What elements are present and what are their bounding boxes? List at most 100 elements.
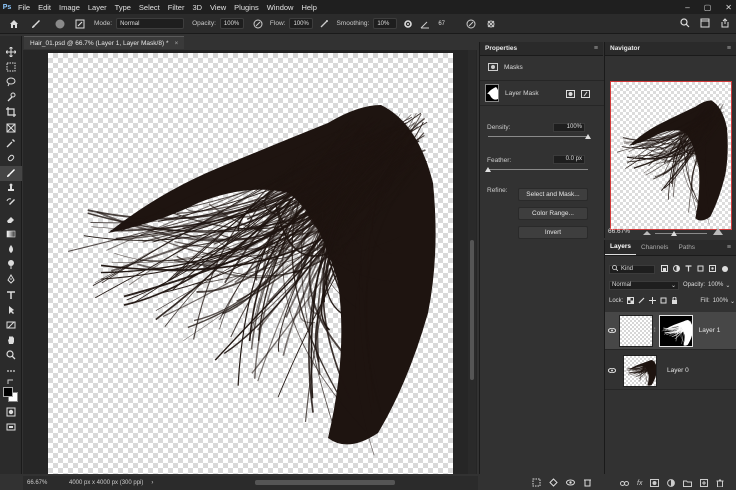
foreground-color-swatch[interactable] <box>3 387 13 398</box>
new-group-icon[interactable] <box>683 480 693 487</box>
flow-field[interactable]: 100% <box>289 18 314 29</box>
menu-layer[interactable]: Layer <box>84 3 111 12</box>
more-tools-icon[interactable] <box>0 363 22 378</box>
add-mask-icon[interactable] <box>650 479 660 487</box>
share-icon[interactable] <box>720 18 730 30</box>
vertical-scrollbar[interactable] <box>468 50 476 474</box>
density-slider[interactable] <box>488 136 588 137</box>
marquee-tool-icon[interactable] <box>0 59 22 74</box>
feather-slider-handle[interactable] <box>485 167 491 172</box>
lasso-tool-icon[interactable] <box>0 74 22 89</box>
quick-mask-icon[interactable] <box>0 404 22 419</box>
minimize-button[interactable]: – <box>685 3 689 12</box>
filter-pixel-icon[interactable] <box>661 264 668 274</box>
close-document-icon[interactable]: × <box>174 40 178 47</box>
lock-position-icon[interactable] <box>649 296 657 306</box>
navigator-zoom[interactable]: 66.67% <box>608 228 630 235</box>
airbrush-icon[interactable] <box>318 18 330 30</box>
adjustment-layer-icon[interactable] <box>667 479 676 487</box>
zoom-in-icon[interactable] <box>713 228 723 237</box>
filter-toggle-icon[interactable] <box>722 266 728 272</box>
filter-adjustment-icon[interactable] <box>673 264 680 274</box>
home-icon[interactable] <box>8 18 20 30</box>
visibility-eye-icon[interactable] <box>605 328 619 333</box>
feather-slider[interactable] <box>488 169 588 170</box>
density-field[interactable]: 100% <box>553 123 585 132</box>
path-selection-tool-icon[interactable] <box>0 302 22 317</box>
opacity-field[interactable]: 100% <box>219 18 244 29</box>
document-size-info[interactable]: 4000 px x 4000 px (300 ppi) <box>69 480 143 486</box>
document-tab[interactable]: Hair_01.psd @ 66.7% (Layer 1, Layer Mask… <box>24 36 185 49</box>
layers-menu-icon[interactable]: ≡ <box>722 244 736 255</box>
navigator-preview[interactable] <box>610 81 732 230</box>
status-arrow-icon[interactable]: › <box>151 480 153 486</box>
tab-paths[interactable]: Paths <box>673 244 700 255</box>
blend-mode-select[interactable]: Normal ⌄ <box>609 280 679 290</box>
density-slider-handle[interactable] <box>585 134 591 139</box>
delete-layer-icon[interactable] <box>716 479 724 487</box>
crop-tool-icon[interactable] <box>0 105 22 120</box>
filter-shape-icon[interactable] <box>697 265 704 274</box>
color-swatches[interactable] <box>0 386 22 404</box>
healing-brush-tool-icon[interactable] <box>0 150 22 165</box>
brush-tool-icon[interactable] <box>0 165 22 181</box>
chain-link-icon[interactable]: ⁞ <box>654 328 656 334</box>
brush-settings-icon[interactable] <box>74 18 86 30</box>
menu-edit[interactable]: Edit <box>34 3 55 12</box>
color-range-button[interactable]: Color Range... <box>518 207 588 220</box>
brush-angle-field[interactable]: 67 <box>435 18 451 29</box>
panel-menu-icon[interactable]: ≡ <box>594 45 598 52</box>
workspace-icon[interactable] <box>700 18 710 30</box>
menu-window[interactable]: Window <box>263 3 298 12</box>
menu-file[interactable]: File <box>14 3 34 12</box>
lock-artboard-icon[interactable] <box>660 297 667 306</box>
clone-stamp-tool-icon[interactable] <box>0 181 22 196</box>
zoom-level[interactable]: 66.67% <box>27 480 63 486</box>
select-and-mask-button[interactable]: Select and Mask... <box>518 188 588 201</box>
layer-row-layer-1[interactable]: ⁞ Layer 1 <box>605 312 736 350</box>
menu-filter[interactable]: Filter <box>164 3 189 12</box>
delete-mask-icon[interactable] <box>583 478 592 489</box>
fill-value[interactable]: 100% <box>713 298 728 304</box>
layer-1-mask-thumbnail[interactable] <box>658 314 693 347</box>
disable-mask-icon[interactable] <box>566 478 575 489</box>
filter-type-icon[interactable] <box>685 264 692 274</box>
eraser-tool-icon[interactable] <box>0 211 22 226</box>
maximize-button[interactable]: ▢ <box>704 3 712 12</box>
gradient-tool-icon[interactable] <box>0 226 22 241</box>
layer-style-icon[interactable]: fx <box>637 480 642 487</box>
layer-1-thumbnail[interactable] <box>619 314 653 347</box>
vertical-scroll-thumb[interactable] <box>470 240 474 380</box>
swap-colors-icon[interactable] <box>0 378 22 386</box>
close-button[interactable]: ✕ <box>725 3 732 12</box>
add-vector-mask-icon[interactable] <box>581 90 590 100</box>
brush-size-icon[interactable] <box>54 18 66 30</box>
invert-button[interactable]: Invert <box>518 226 588 239</box>
move-tool-icon[interactable] <box>0 44 22 59</box>
filter-kind-select[interactable]: Kind <box>609 264 655 274</box>
lock-transparent-icon[interactable] <box>627 296 635 306</box>
link-layers-icon[interactable] <box>620 480 629 487</box>
menu-help[interactable]: Help <box>297 3 320 12</box>
document-canvas[interactable] <box>48 53 453 474</box>
blur-tool-icon[interactable] <box>0 241 22 256</box>
pen-tool-icon[interactable] <box>0 272 22 287</box>
menu-plugins[interactable]: Plugins <box>230 3 263 12</box>
feather-field[interactable]: 0.0 px <box>553 155 585 164</box>
fill-dropdown-icon[interactable]: ⌄ <box>730 298 735 305</box>
menu-image[interactable]: Image <box>55 3 84 12</box>
hand-tool-icon[interactable] <box>0 333 22 348</box>
smoothing-settings-icon[interactable] <box>402 18 414 30</box>
search-icon[interactable] <box>680 18 690 30</box>
pressure-size-icon[interactable] <box>465 18 477 30</box>
zoom-tool-icon[interactable] <box>0 348 22 363</box>
lock-image-icon[interactable] <box>638 297 645 306</box>
symmetry-icon[interactable] <box>485 18 497 30</box>
eyedropper-tool-icon[interactable] <box>0 135 22 150</box>
pressure-opacity-icon[interactable] <box>252 18 264 30</box>
navigator-zoom-handle[interactable] <box>671 231 677 236</box>
layer-opacity-value[interactable]: 100% <box>708 282 723 288</box>
horizontal-scroll-thumb[interactable] <box>255 480 395 485</box>
navigator-zoom-slider[interactable] <box>655 233 707 234</box>
opacity-dropdown-icon[interactable]: ⌄ <box>725 282 730 289</box>
